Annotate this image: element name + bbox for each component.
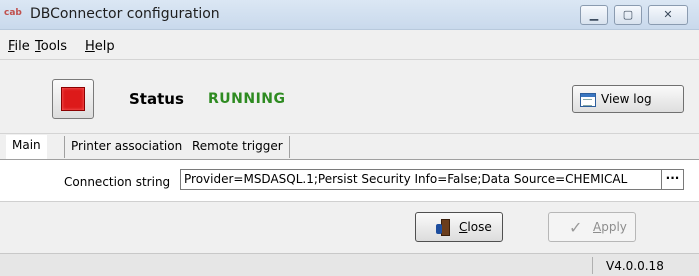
close-button-label: Close bbox=[459, 220, 492, 234]
view-log-button[interactable]: View log bbox=[572, 85, 684, 113]
connection-browse-button[interactable]: ··· bbox=[662, 169, 684, 190]
stop-service-button[interactable] bbox=[52, 79, 94, 119]
status-label: Status bbox=[129, 90, 184, 108]
app-logo-icon: cab bbox=[4, 8, 22, 18]
close-label-rest: lose bbox=[467, 220, 492, 234]
menu-help-accel: H bbox=[85, 39, 95, 54]
connection-string-label: Connection string bbox=[64, 175, 171, 189]
log-window-icon bbox=[580, 93, 596, 107]
tab-printer-association[interactable]: Printer association bbox=[64, 136, 190, 158]
window-title: DBConnector configuration bbox=[30, 6, 220, 22]
tab-strip: Main Printer association Remote trigger bbox=[0, 135, 699, 160]
menu-help-label: elp bbox=[94, 39, 115, 54]
tab-main[interactable]: Main bbox=[6, 135, 47, 160]
stop-icon bbox=[61, 87, 85, 111]
exit-door-icon bbox=[436, 219, 452, 236]
window-close-button[interactable]: ✕ bbox=[648, 5, 688, 25]
checkmark-icon: ✓ bbox=[569, 218, 583, 237]
menu-file-label: ile bbox=[14, 39, 30, 54]
status-value: RUNNING bbox=[208, 91, 286, 107]
close-button[interactable]: Close bbox=[415, 212, 503, 242]
menu-file[interactable]: File bbox=[8, 39, 30, 54]
maximize-button[interactable]: ▢ bbox=[614, 5, 642, 25]
status-divider bbox=[0, 133, 699, 134]
apply-button-label: Apply bbox=[593, 220, 627, 234]
apply-label-rest: pply bbox=[601, 220, 627, 234]
connection-string-field[interactable]: Provider=MSDASQL.1;Persist Security Info… bbox=[180, 169, 662, 190]
version-label: V4.0.0.18 bbox=[606, 259, 664, 273]
apply-accel: A bbox=[593, 220, 602, 234]
minimize-button[interactable]: ▁ bbox=[580, 5, 608, 25]
title-bar: cab DBConnector configuration ▁ ▢ ✕ bbox=[0, 0, 699, 30]
status-bar: V4.0.0.18 bbox=[0, 253, 699, 276]
menu-help[interactable]: Help bbox=[85, 39, 115, 54]
dialog-button-row: Close ✓ Apply bbox=[0, 201, 699, 253]
tab-remote-trigger[interactable]: Remote trigger bbox=[186, 136, 290, 158]
menu-tools-label: ools bbox=[40, 39, 68, 54]
dbconnector-window: cab DBConnector configuration ▁ ▢ ✕ File… bbox=[0, 0, 699, 276]
view-log-label: View log bbox=[601, 92, 652, 106]
statusbar-divider bbox=[592, 257, 593, 274]
status-panel: Status RUNNING View log bbox=[0, 60, 699, 133]
menu-bar: File Tools Help bbox=[0, 30, 699, 58]
main-tab-panel: Connection string Provider=MSDASQL.1;Per… bbox=[0, 159, 699, 201]
apply-button[interactable]: ✓ Apply bbox=[548, 212, 636, 242]
menu-tools[interactable]: Tools bbox=[35, 39, 67, 54]
